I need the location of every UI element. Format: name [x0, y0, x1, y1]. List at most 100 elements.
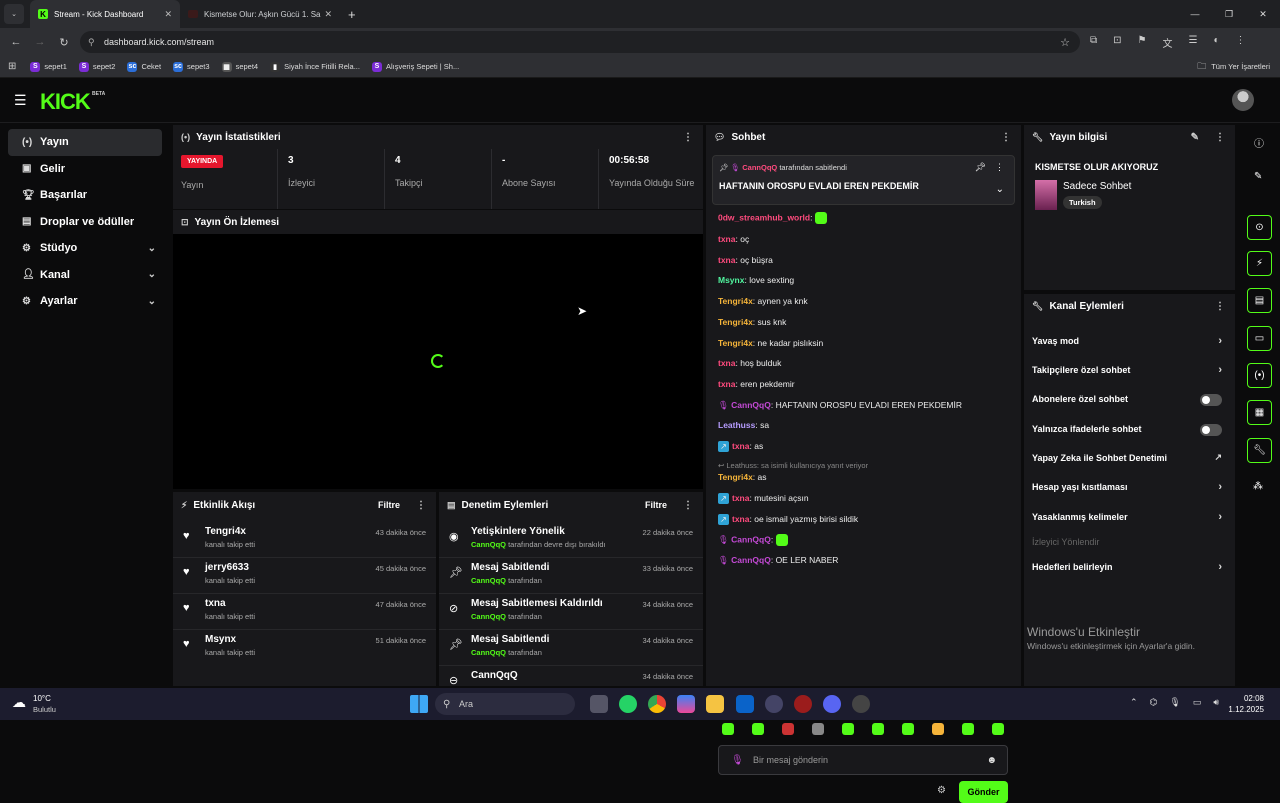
more-icon[interactable]: ⋮ — [995, 162, 1004, 173]
translate-icon[interactable]: 文 — [1163, 35, 1173, 50]
reading-list-icon[interactable]: ☰ — [1189, 35, 1198, 50]
network-icon[interactable]: ⌬ — [1150, 697, 1158, 708]
emote[interactable] — [872, 723, 884, 735]
avatar[interactable] — [1232, 89, 1254, 111]
chat-username[interactable]: txna — [718, 358, 735, 368]
emoji-icon[interactable]: ☻ — [986, 755, 997, 766]
chevron-down-icon[interactable]: ⌄ — [996, 184, 1004, 195]
filter-button[interactable]: Filtre — [378, 500, 400, 510]
emote[interactable] — [752, 723, 764, 735]
bookmark-siyah[interactable]: ▮ Siyah İnce Fitilli Rela... — [270, 61, 360, 72]
chat-input[interactable]: 🎙︎ Bir mesaj gönderin ☻ — [718, 745, 1008, 775]
minimize-icon[interactable]: — — [1178, 9, 1212, 19]
chat-username[interactable]: Msynx — [718, 275, 744, 285]
back-icon[interactable]: ← — [4, 36, 28, 48]
chat-username[interactable]: txna — [718, 234, 735, 244]
send-button[interactable]: Gönder — [959, 781, 1008, 803]
emote[interactable] — [962, 723, 974, 735]
more-icon[interactable]: ⋮ — [683, 500, 693, 511]
more-icon[interactable]: ⋮ — [1215, 132, 1225, 143]
rail-button-chat[interactable]: ▭ — [1247, 326, 1272, 351]
volume-icon[interactable]: 🔊︎ — [1213, 697, 1219, 708]
app-icon[interactable] — [852, 695, 870, 713]
bookmark-sepet3[interactable]: sc sepet3 — [173, 61, 210, 72]
rail-button-camera[interactable]: ⊙ — [1247, 215, 1272, 240]
store-icon[interactable] — [736, 695, 754, 713]
new-tab-icon[interactable]: + — [348, 7, 356, 22]
rail-button-wrench[interactable]: 🔧︎ — [1247, 438, 1272, 463]
more-icon[interactable]: ⋮ — [1215, 301, 1225, 312]
close-window-icon[interactable]: ✕ — [1246, 9, 1280, 20]
action-goals[interactable]: Hedefleri belirleyin › — [1032, 561, 1222, 573]
url-field[interactable]: ⚲ dashboard.kick.com/stream ☆ — [80, 31, 1080, 53]
sidebar-item-basarilar[interactable]: 🏆︎ Başarılar — [8, 182, 162, 209]
bookmark-ceket[interactable]: sc Ceket — [127, 61, 161, 72]
more-icon[interactable]: ⋮ — [416, 500, 426, 511]
taskbar-clock[interactable]: 02:08 1.12.2025 — [1220, 694, 1264, 714]
chat-username[interactable]: CannQqQ — [731, 400, 771, 410]
action-account-age[interactable]: Hesap yaşı kısıtlaması › — [1032, 481, 1222, 493]
info-icon[interactable]: ⓘ — [1254, 135, 1264, 150]
rail-button-document[interactable]: ▤ — [1247, 288, 1272, 313]
chat-username[interactable]: txna — [732, 441, 749, 451]
tab-list-button[interactable]: ⌄ — [4, 4, 24, 24]
chat-username[interactable]: 0dw_streamhub_world — [718, 212, 810, 222]
close-tab-icon[interactable]: ✕ — [324, 9, 332, 20]
toggle-switch[interactable] — [1200, 424, 1222, 436]
start-icon[interactable] — [410, 695, 428, 713]
taskbar-search[interactable]: ⚲ Ara — [435, 693, 575, 715]
mic-icon[interactable]: 🎙︎ — [1169, 697, 1180, 708]
app-red-icon[interactable] — [794, 695, 812, 713]
chat-username[interactable]: Tengri4x — [718, 296, 753, 306]
unpin-icon[interactable]: 📌︎ — [975, 162, 986, 173]
chat-username[interactable]: CannQqQ — [731, 534, 771, 544]
whatsapp-icon[interactable] — [619, 695, 637, 713]
weather-icon[interactable]: ☁︎ — [12, 694, 26, 711]
emote[interactable] — [992, 723, 1004, 735]
emote[interactable] — [812, 723, 824, 735]
file-explorer-icon[interactable] — [706, 695, 724, 713]
reload-icon[interactable]: ↻ — [52, 36, 76, 49]
bookmark-sepet1[interactable]: Ssepet1 — [30, 61, 67, 72]
bookmark-sepet2[interactable]: Ssepet2 — [78, 61, 115, 72]
hamburger-menu-icon[interactable]: ☰ — [14, 92, 27, 109]
app-icon[interactable] — [765, 695, 783, 713]
chat-username[interactable]: txna — [718, 255, 735, 265]
chat-username[interactable]: Tengri4x — [718, 338, 753, 348]
sidebar-item-gelir[interactable]: ▣ Gelir — [8, 156, 162, 183]
apps-icon[interactable]: ⊞ — [8, 61, 16, 72]
kick-logo[interactable]: KICK — [40, 89, 91, 115]
sidebar-item-ayarlar[interactable]: ⚙ Ayarlar ⌄ — [8, 288, 162, 315]
chat-username[interactable]: Tengri4x — [718, 472, 753, 482]
display-icon[interactable]: ▭ — [1193, 697, 1202, 708]
forward-icon[interactable]: → — [28, 36, 52, 48]
category-thumbnail[interactable] — [1035, 180, 1057, 210]
chat-username[interactable]: txna — [732, 493, 749, 503]
sidebar-item-studyo[interactable]: ⚙ Stüdyo ⌄ — [8, 235, 162, 262]
rail-button-bolt[interactable]: ⚡︎ — [1247, 251, 1272, 276]
pinned-message[interactable]: 📌︎ 🎙︎ CannQqQ tarafından sabitlendi HAFT… — [712, 155, 1015, 205]
emote[interactable] — [722, 723, 734, 735]
site-info-icon[interactable]: ⚲ — [88, 37, 95, 48]
emote[interactable] — [932, 723, 944, 735]
action-followers-only[interactable]: Takipçilere özel sohbet › — [1032, 364, 1222, 376]
extensions-icon[interactable]: ⧉ — [1090, 35, 1097, 50]
edit-icon[interactable]: ✎ — [1254, 171, 1262, 182]
close-tab-icon[interactable]: ✕ — [164, 9, 172, 20]
bookmark-alisveris[interactable]: S Alışveriş Sepeti | Sh... — [371, 61, 459, 72]
toggle-switch[interactable] — [1200, 394, 1222, 406]
action-banned-words[interactable]: Yasaklanmış kelimeler › — [1032, 511, 1222, 523]
chat-username[interactable]: Tengri4x — [718, 317, 753, 327]
more-icon[interactable]: ⋮ — [683, 132, 693, 143]
chrome-icon[interactable] — [648, 695, 666, 713]
star-icon[interactable]: ☆ — [1060, 36, 1070, 49]
action-emote-only[interactable]: Yalnızca ifadelerle sohbet — [1032, 424, 1222, 436]
screenshot-icon[interactable]: ⊡ — [1113, 35, 1121, 50]
sidebar-item-yayin[interactable]: (•) Yayın — [8, 129, 162, 156]
dots-icon[interactable]: ⁂ — [1253, 481, 1263, 492]
sidebar-item-droplar[interactable]: ▤ Droplar ve ödüller — [8, 209, 162, 236]
browser-tab-kick[interactable]: K Stream - Kick Dashboard ✕ — [30, 0, 180, 28]
menu-icon[interactable]: ⋮ — [1236, 35, 1246, 50]
action-slow-mode[interactable]: Yavaş mod › — [1032, 335, 1222, 347]
emote[interactable] — [902, 723, 914, 735]
